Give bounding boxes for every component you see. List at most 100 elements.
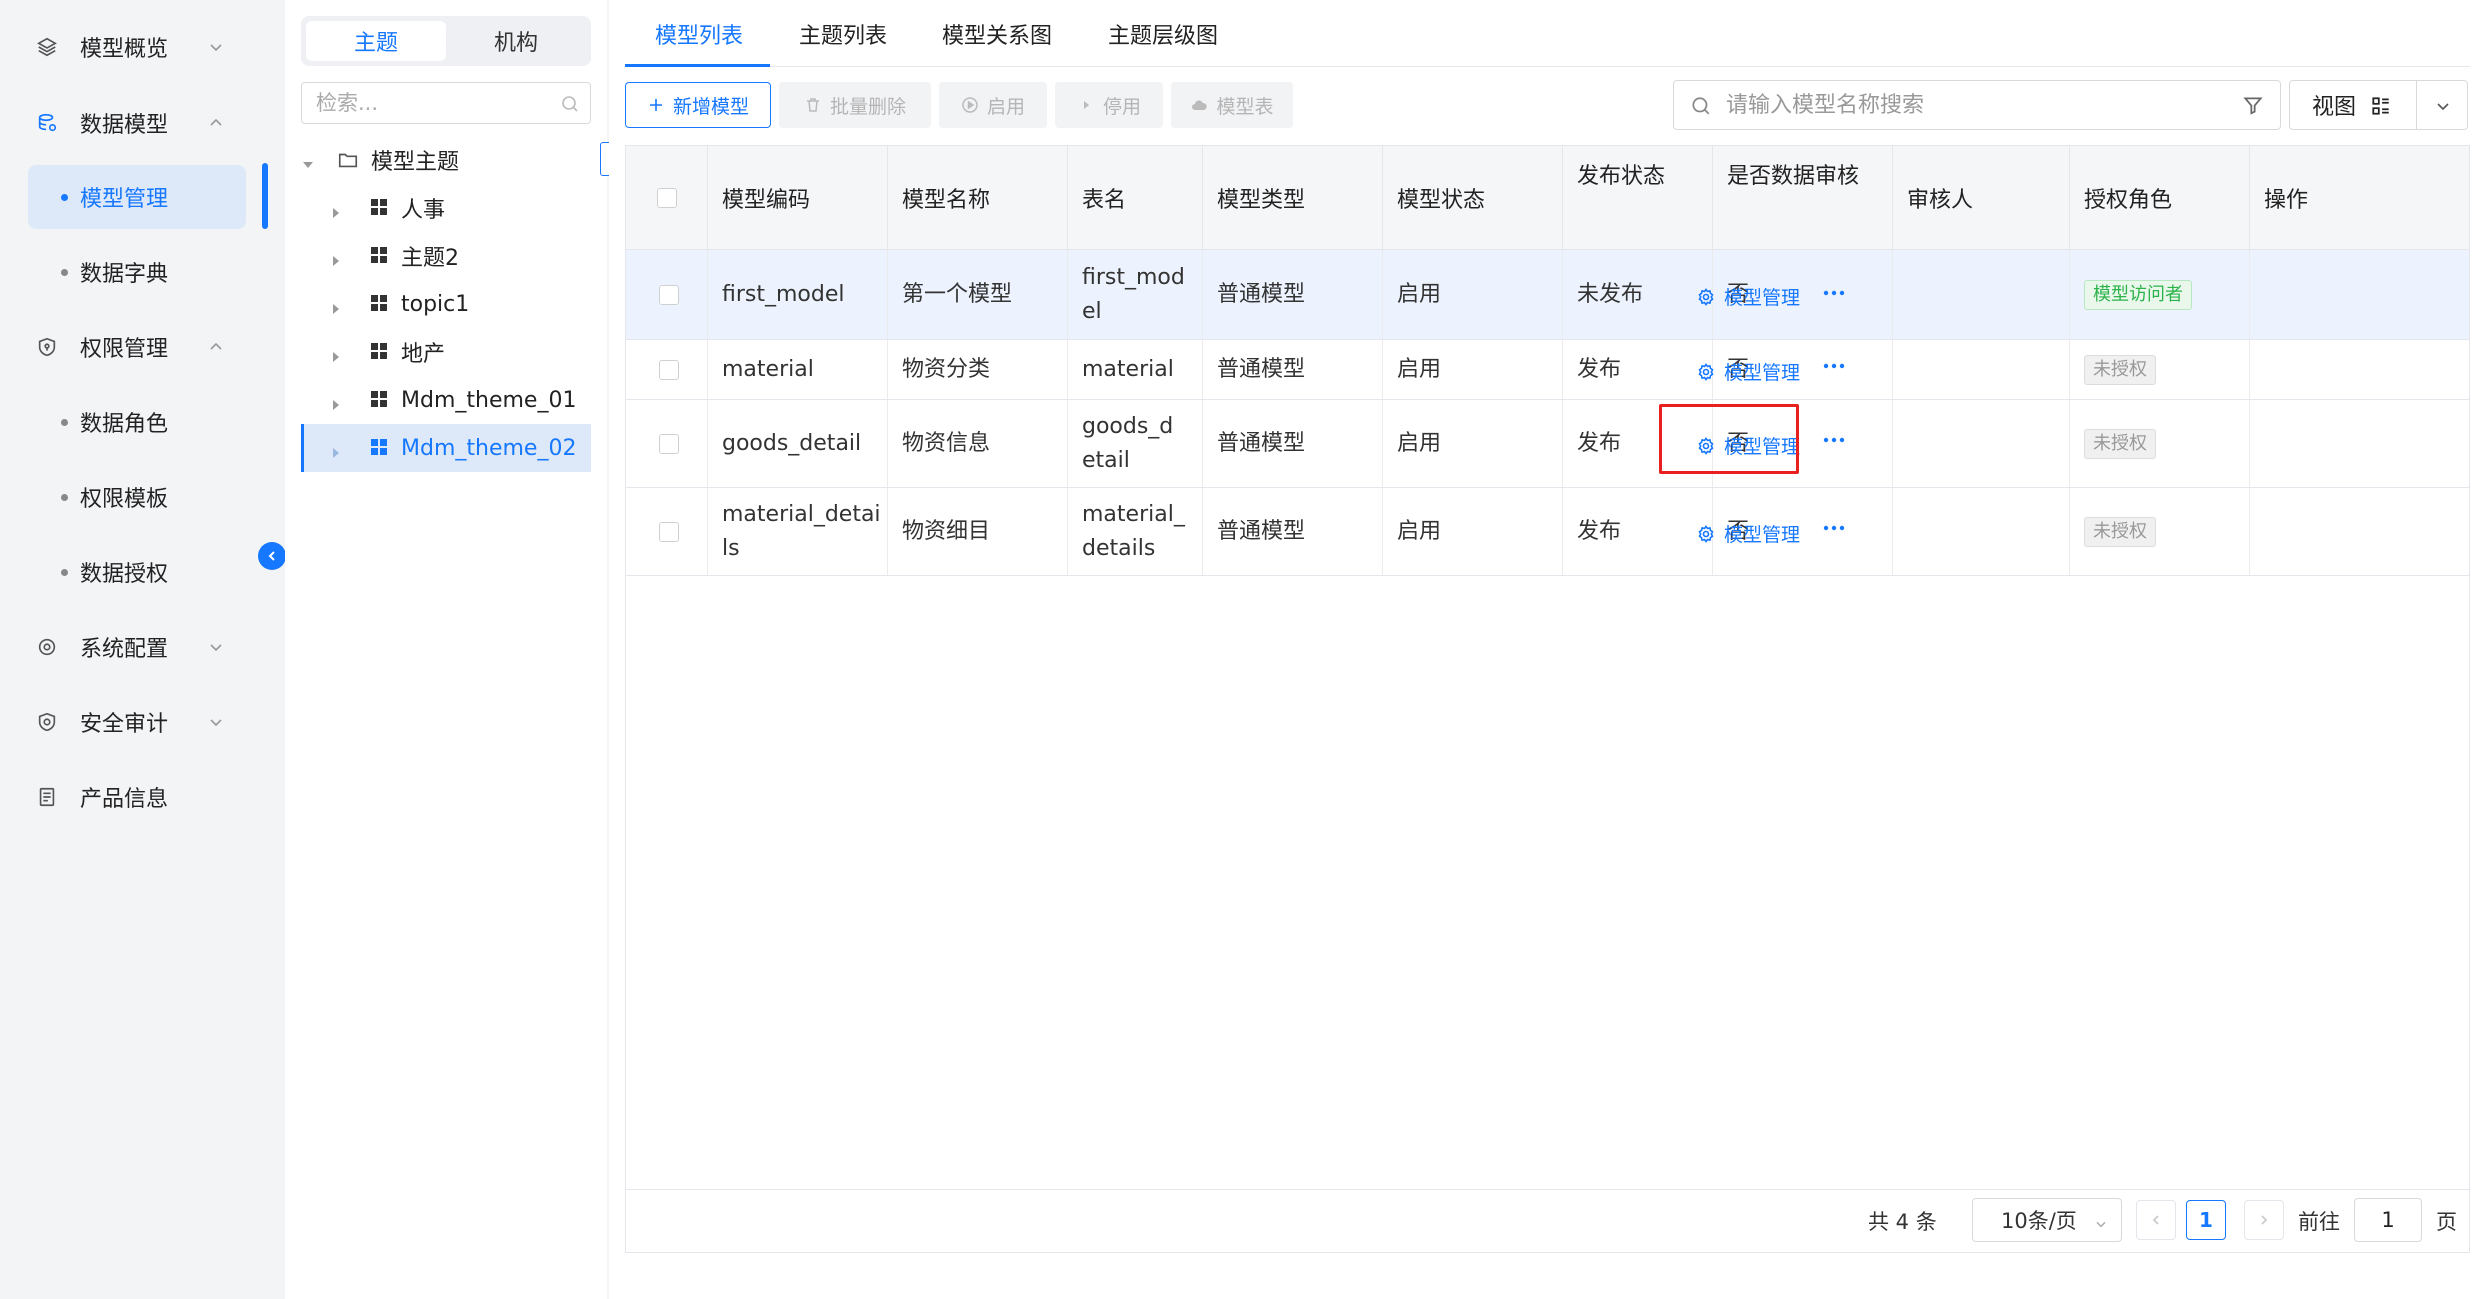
submenu-label: 数据角色: [80, 412, 169, 437]
tree-node-theme2[interactable]: 主题2: [301, 232, 591, 280]
cell-code: material: [708, 340, 888, 399]
menu-label: 产品信息: [80, 787, 169, 812]
more-icon[interactable]: [1822, 288, 1846, 298]
model-manage-link[interactable]: 模型管理: [1696, 283, 1800, 310]
goto-page-input[interactable]: [2354, 1198, 2422, 1242]
th-action: 操作: [2264, 188, 2309, 213]
page-number-button[interactable]: 1: [2186, 1200, 2226, 1240]
row-checkbox[interactable]: [659, 522, 679, 542]
tree-node-realestate[interactable]: 地产: [301, 328, 591, 376]
segment-organization[interactable]: 机构: [446, 21, 586, 61]
th-status: 模型状态: [1383, 146, 1563, 250]
tab-theme-list[interactable]: 主题列表: [799, 0, 887, 67]
cell-table-text: material_: [1082, 501, 1185, 527]
more-icon[interactable]: [1822, 523, 1846, 533]
tab-model-list[interactable]: 模型列表: [655, 0, 743, 67]
tree-node-mdm-theme-01[interactable]: Mdm_theme_01: [301, 376, 591, 424]
more-icon[interactable]: [1822, 435, 1846, 445]
grid-icon: [369, 437, 391, 459]
sidebar-collapse-button[interactable]: [258, 542, 286, 570]
total-count: 共 4 条: [1868, 1210, 1937, 1234]
model-table-button[interactable]: 模型表: [1171, 82, 1293, 128]
tree-node-topic1[interactable]: topic1: [301, 280, 591, 328]
cell-table: material: [1068, 340, 1203, 399]
row-checkbox[interactable]: [659, 360, 679, 380]
menu-security-audit[interactable]: 安全审计: [0, 691, 270, 753]
submenu-label: 数据授权: [80, 562, 169, 587]
select-all-checkbox[interactable]: [657, 188, 677, 208]
highlight-box: [1659, 404, 1799, 474]
table-row[interactable]: first_model 第一个模型 first_mod el 普通模型 启用 未发…: [626, 250, 2469, 340]
cell-table-text: first_mod: [1082, 264, 1185, 290]
menu-data-model[interactable]: 数据模型: [0, 92, 270, 154]
row-select: [626, 250, 708, 339]
prev-page-button[interactable]: [2136, 1200, 2176, 1240]
database-icon: [34, 110, 60, 136]
add-model-button[interactable]: 新增模型: [625, 82, 771, 128]
list-view-icon: [2370, 95, 2392, 117]
caret-right-icon[interactable]: [329, 201, 343, 218]
segment-switch: 主题 机构: [301, 16, 591, 66]
row-checkbox[interactable]: [659, 434, 679, 454]
tab-theme-hierarchy[interactable]: 主题层级图: [1108, 0, 1218, 67]
th-audit: 是否数据审核: [1713, 146, 1893, 250]
tree-search: [301, 82, 591, 124]
submenu-permission-template[interactable]: 权限模板: [28, 465, 246, 529]
tree-node-hr[interactable]: 人事: [301, 184, 591, 232]
caret-right-icon: [1083, 101, 1089, 109]
view-dropdown-button[interactable]: [2416, 80, 2468, 130]
caret-right-icon[interactable]: [329, 249, 343, 266]
caret-right-icon[interactable]: [329, 345, 343, 362]
submenu-data-role[interactable]: 数据角色: [28, 390, 246, 454]
model-manage-link[interactable]: 模型管理: [1696, 358, 1800, 385]
menu-product-info[interactable]: 产品信息: [0, 766, 270, 828]
tab-bar: [625, 0, 2470, 67]
cloud-icon: [1192, 100, 1208, 110]
filter-icon[interactable]: [2242, 94, 2264, 116]
caret-right-icon[interactable]: [329, 297, 343, 314]
tree-root-node[interactable]: 模型主题: [301, 136, 591, 184]
disable-button[interactable]: 停用: [1055, 82, 1163, 128]
model-manage-link[interactable]: 模型管理: [1696, 520, 1800, 547]
next-page-button[interactable]: [2244, 1200, 2284, 1240]
menu-system-config[interactable]: 系统配置: [0, 616, 270, 678]
tree-node-mdm-theme-02[interactable]: Mdm_theme_02: [301, 424, 591, 472]
page-size-select[interactable]: 10条/页: [1972, 1198, 2122, 1242]
submenu-data-authorization[interactable]: 数据授权: [28, 540, 246, 604]
menu-model-overview[interactable]: 模型概览: [0, 16, 270, 78]
caret-right-icon[interactable]: [329, 441, 343, 458]
caret-down-icon[interactable]: [301, 153, 315, 168]
batch-delete-button[interactable]: 批量删除: [779, 82, 931, 128]
row-checkbox[interactable]: [659, 285, 679, 305]
caret-right-icon[interactable]: [329, 393, 343, 410]
submenu-label: 权限模板: [80, 487, 169, 512]
submenu-data-dictionary[interactable]: 数据字典: [28, 240, 246, 304]
th-table: 表名: [1068, 146, 1203, 250]
cell-code-text: first_model: [722, 281, 845, 307]
theme-tree-panel: 主题 机构 模型主题 人事 主题2: [285, 0, 675, 1299]
model-search-input[interactable]: [1726, 81, 2226, 129]
tree-search-input[interactable]: [316, 83, 556, 123]
view-button[interactable]: 视图: [2289, 80, 2417, 130]
table-row[interactable]: material 物资分类 material 普通模型 启用 发布 否 未授权 …: [626, 340, 2469, 400]
tree-node-label: 地产: [401, 342, 446, 367]
cell-status: 启用: [1383, 400, 1563, 487]
more-icon[interactable]: [1822, 361, 1846, 371]
menu-permission[interactable]: 权限管理: [0, 316, 270, 378]
cell-type: 普通模型: [1203, 340, 1383, 399]
cell-status: 启用: [1383, 340, 1563, 399]
tree-node-label: 模型主题: [371, 150, 460, 175]
cell-name: 物资细目: [888, 488, 1068, 575]
cell-name: 物资信息: [888, 400, 1068, 487]
menu-label: 权限管理: [80, 337, 169, 362]
model-table-label: 模型表: [1216, 95, 1274, 118]
cell-role: 未授权: [2070, 488, 2250, 575]
tab-model-relation[interactable]: 模型关系图: [942, 0, 1052, 67]
segment-theme[interactable]: 主题: [306, 21, 446, 61]
model-manage-label: 模型管理: [1724, 287, 1801, 309]
submenu-model-management[interactable]: 模型管理: [28, 165, 246, 229]
enable-button[interactable]: 启用: [939, 82, 1047, 128]
view-label: 视图: [2312, 95, 2357, 120]
table-row[interactable]: material_detai ls 物资细目 material_ details 普…: [626, 488, 2469, 576]
table-row[interactable]: goods_detail 物资信息 goods_d etail 普通模型 启用 发…: [626, 400, 2469, 488]
